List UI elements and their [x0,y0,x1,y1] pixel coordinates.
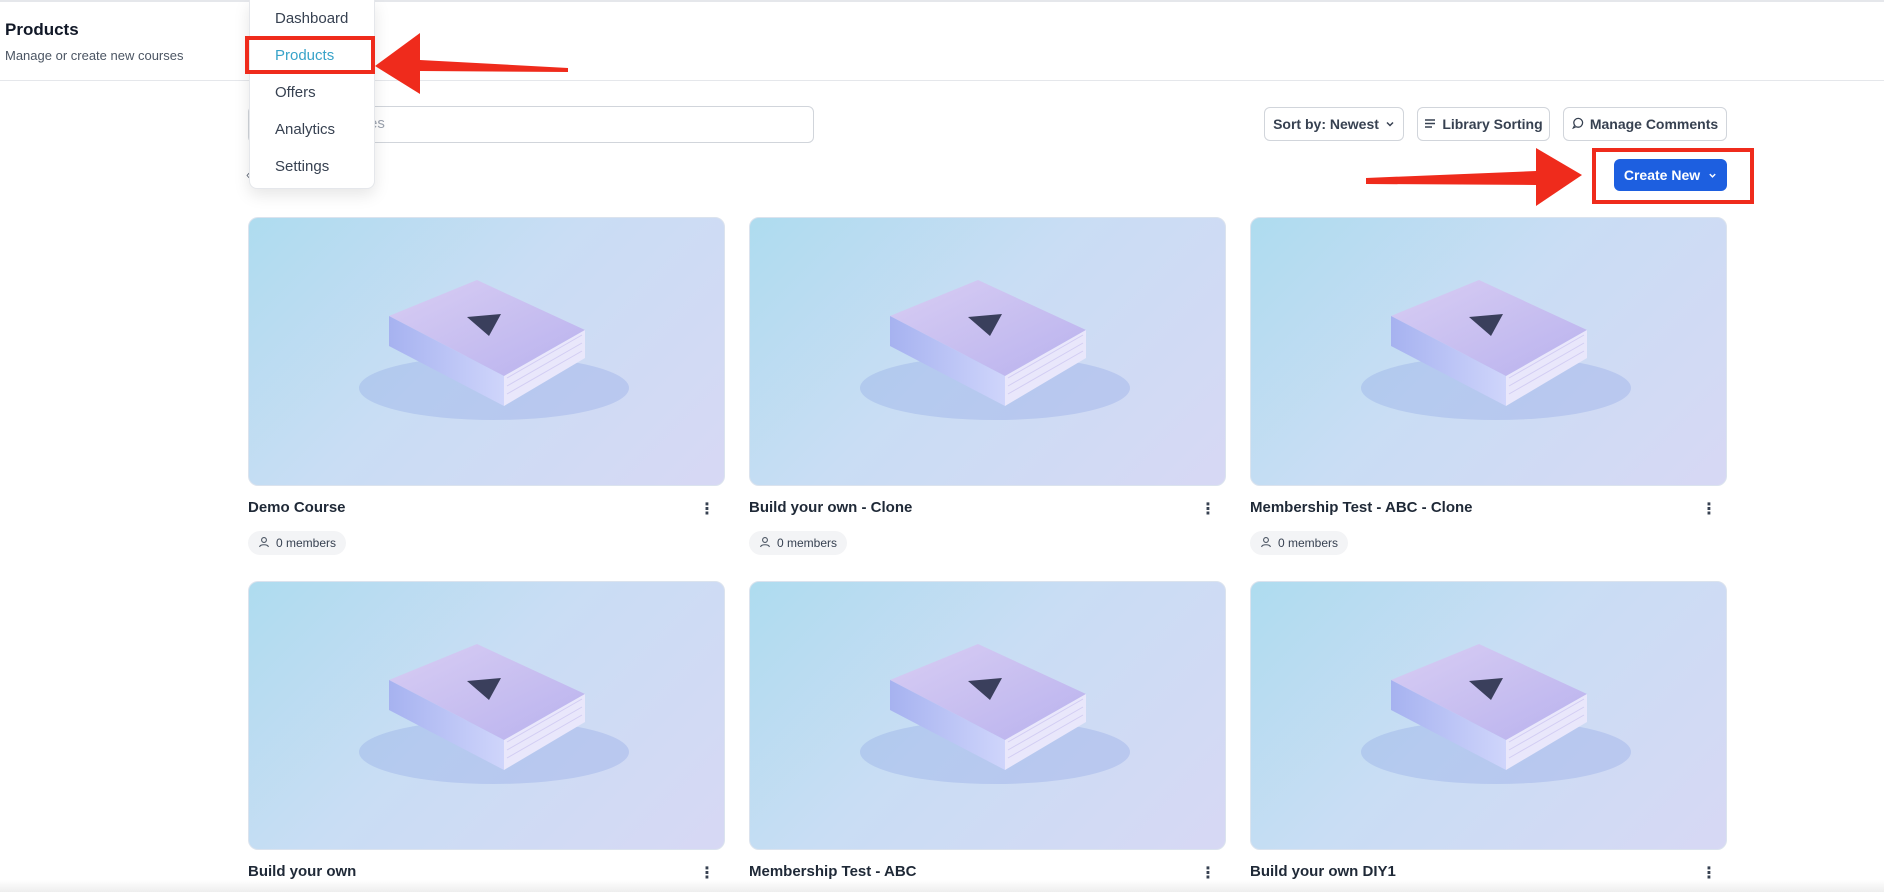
user-icon [258,536,270,551]
card-title[interactable]: Build your own - Clone [749,499,912,516]
page-title: Products [5,20,79,39]
course-thumbnail[interactable] [749,217,1226,486]
product-card[interactable]: Build your own ⋮ [248,581,725,882]
nav-item-offers[interactable]: Offers [275,84,316,101]
nav-item-dashboard[interactable]: Dashboard [275,10,348,27]
nav-dropdown-menu: Dashboard Products Offers Analytics Sett… [249,0,375,189]
card-title[interactable]: Build your own [248,863,356,880]
user-icon [1260,536,1272,551]
sort-label: Sort by: Newest [1273,116,1379,132]
product-card[interactable]: Membership Test - ABC ⋮ [749,581,1226,882]
course-thumbnail[interactable] [248,581,725,850]
course-thumbnail[interactable] [248,217,725,486]
card-title[interactable]: Demo Course [248,499,346,516]
product-card[interactable]: Build your own - Clone ⋮ 0 members [749,217,1226,555]
annotation-highlight-products [245,36,375,74]
course-thumbnail[interactable] [1250,217,1727,486]
product-card[interactable]: Build your own DIY1 ⋮ [1250,581,1727,882]
list-icon [1424,116,1436,132]
members-count: 0 members [276,536,337,550]
course-thumbnail[interactable] [1250,581,1727,850]
annotation-highlight-create-new [1592,148,1754,204]
sort-button[interactable]: Sort by: Newest [1264,107,1404,141]
members-badge: 0 members [248,531,347,555]
bottom-shade [0,880,1884,892]
members-badge: 0 members [1250,531,1349,555]
page-subtitle: Manage or create new courses [5,48,184,63]
chevron-down-icon [1385,116,1395,132]
product-card[interactable]: Membership Test - ABC - Clone ⋮ 0 member… [1250,217,1727,555]
card-title[interactable]: Membership Test - ABC - Clone [1250,499,1473,516]
library-sorting-button[interactable]: Library Sorting [1417,107,1550,141]
members-badge: 0 members [749,531,848,555]
manage-comments-label: Manage Comments [1589,116,1719,132]
members-count: 0 members [1278,536,1339,550]
search-input[interactable] [369,115,789,132]
product-card[interactable]: Demo Course ⋮ 0 members [248,217,725,555]
annotation-arrow-right-icon [1366,148,1582,206]
user-icon [759,536,771,551]
members-count: 0 members [777,536,838,550]
more-vertical-icon[interactable]: ⋮ [699,499,715,519]
library-sorting-label: Library Sorting [1442,116,1543,132]
more-vertical-icon[interactable]: ⋮ [1701,499,1717,519]
comment-icon [1571,116,1584,132]
more-vertical-icon[interactable]: ⋮ [1200,499,1216,519]
course-thumbnail[interactable] [749,581,1226,850]
manage-comments-button[interactable]: Manage Comments [1563,107,1727,141]
card-title[interactable]: Build your own DIY1 [1250,863,1396,880]
card-title[interactable]: Membership Test - ABC [749,863,917,880]
nav-item-settings[interactable]: Settings [275,158,329,175]
nav-item-analytics[interactable]: Analytics [275,121,335,138]
